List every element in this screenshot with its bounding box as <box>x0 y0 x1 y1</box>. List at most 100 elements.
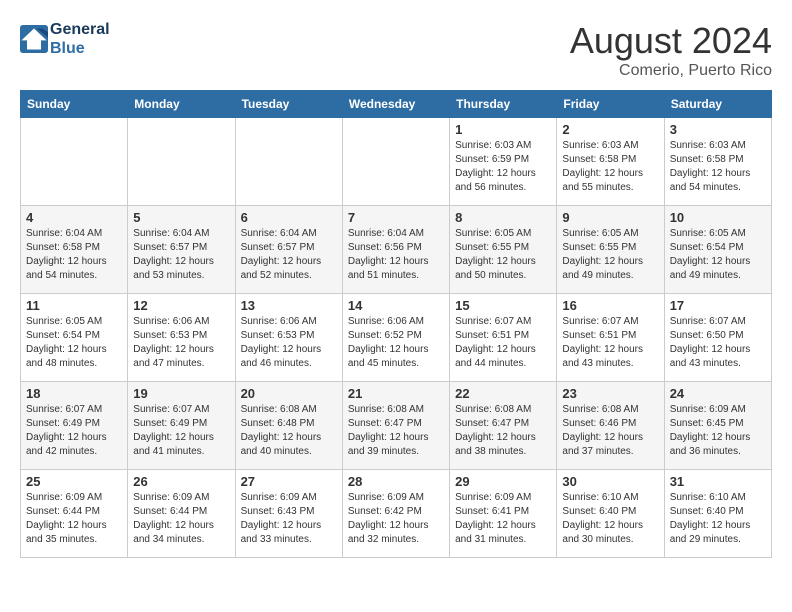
day-info: Sunrise: 6:04 AM Sunset: 6:58 PM Dayligh… <box>26 227 122 283</box>
day-info: Sunrise: 6:03 AM Sunset: 6:58 PM Dayligh… <box>670 139 766 195</box>
calendar-week-3: 11 Sunrise: 6:05 AM Sunset: 6:54 PM Dayli… <box>21 294 772 382</box>
calendar-cell: 18 Sunrise: 6:07 AM Sunset: 6:49 PM Dayli… <box>21 382 128 470</box>
day-info: Sunrise: 6:03 AM Sunset: 6:58 PM Dayligh… <box>562 139 658 195</box>
calendar-cell: 27 Sunrise: 6:09 AM Sunset: 6:43 PM Dayli… <box>235 470 342 558</box>
calendar-cell <box>21 118 128 206</box>
logo-icon <box>20 25 48 53</box>
calendar-cell: 12 Sunrise: 6:06 AM Sunset: 6:53 PM Dayli… <box>128 294 235 382</box>
calendar-cell: 22 Sunrise: 6:08 AM Sunset: 6:47 PM Dayli… <box>450 382 557 470</box>
calendar-table: SundayMondayTuesdayWednesdayThursdayFrid… <box>20 90 772 558</box>
day-number: 31 <box>670 474 766 489</box>
day-number: 23 <box>562 386 658 401</box>
calendar-week-5: 25 Sunrise: 6:09 AM Sunset: 6:44 PM Dayli… <box>21 470 772 558</box>
calendar-cell <box>235 118 342 206</box>
day-info: Sunrise: 6:08 AM Sunset: 6:47 PM Dayligh… <box>455 403 551 459</box>
day-number: 7 <box>348 210 444 225</box>
day-info: Sunrise: 6:09 AM Sunset: 6:44 PM Dayligh… <box>26 491 122 547</box>
calendar-header-row: SundayMondayTuesdayWednesdayThursdayFrid… <box>21 91 772 118</box>
day-number: 2 <box>562 122 658 137</box>
day-number: 17 <box>670 298 766 313</box>
calendar-cell: 20Sunrise: 6:08 AM Sunset: 6:48 PM Dayli… <box>235 382 342 470</box>
day-info: Sunrise: 6:06 AM Sunset: 6:52 PM Dayligh… <box>348 315 444 371</box>
day-info: Sunrise: 6:09 AM Sunset: 6:43 PM Dayligh… <box>241 491 337 547</box>
day-header-monday: Monday <box>128 91 235 118</box>
day-number: 21 <box>348 386 444 401</box>
calendar-cell: 17 Sunrise: 6:07 AM Sunset: 6:50 PM Dayli… <box>664 294 771 382</box>
calendar-cell: 16 Sunrise: 6:07 AM Sunset: 6:51 PM Dayli… <box>557 294 664 382</box>
calendar-cell <box>128 118 235 206</box>
calendar-cell: 14Sunrise: 6:06 AM Sunset: 6:52 PM Dayli… <box>342 294 449 382</box>
day-number: 6 <box>241 210 337 225</box>
day-number: 18 <box>26 386 122 401</box>
calendar-cell: 19Sunrise: 6:07 AM Sunset: 6:49 PM Dayli… <box>128 382 235 470</box>
calendar-cell: 23 Sunrise: 6:08 AM Sunset: 6:46 PM Dayli… <box>557 382 664 470</box>
calendar-week-2: 4 Sunrise: 6:04 AM Sunset: 6:58 PM Daylig… <box>21 206 772 294</box>
day-info: Sunrise: 6:09 AM Sunset: 6:41 PM Dayligh… <box>455 491 551 547</box>
day-info: Sunrise: 6:08 AM Sunset: 6:48 PM Dayligh… <box>241 403 337 459</box>
calendar-cell: 31 Sunrise: 6:10 AM Sunset: 6:40 PM Dayli… <box>664 470 771 558</box>
day-number: 4 <box>26 210 122 225</box>
day-header-tuesday: Tuesday <box>235 91 342 118</box>
day-number: 12 <box>133 298 229 313</box>
day-number: 13 <box>241 298 337 313</box>
day-header-friday: Friday <box>557 91 664 118</box>
day-number: 9 <box>562 210 658 225</box>
day-header-saturday: Saturday <box>664 91 771 118</box>
day-info: Sunrise: 6:09 AM Sunset: 6:44 PM Dayligh… <box>133 491 229 547</box>
calendar-cell: 9 Sunrise: 6:05 AM Sunset: 6:55 PM Daylig… <box>557 206 664 294</box>
calendar-cell: 4 Sunrise: 6:04 AM Sunset: 6:58 PM Daylig… <box>21 206 128 294</box>
day-number: 8 <box>455 210 551 225</box>
day-info: Sunrise: 6:10 AM Sunset: 6:40 PM Dayligh… <box>562 491 658 547</box>
day-info: Sunrise: 6:10 AM Sunset: 6:40 PM Dayligh… <box>670 491 766 547</box>
calendar-week-4: 18 Sunrise: 6:07 AM Sunset: 6:49 PM Dayli… <box>21 382 772 470</box>
day-info: Sunrise: 6:05 AM Sunset: 6:55 PM Dayligh… <box>455 227 551 283</box>
day-number: 30 <box>562 474 658 489</box>
calendar-cell: 8 Sunrise: 6:05 AM Sunset: 6:55 PM Daylig… <box>450 206 557 294</box>
day-info: Sunrise: 6:07 AM Sunset: 6:51 PM Dayligh… <box>455 315 551 371</box>
day-info: Sunrise: 6:08 AM Sunset: 6:47 PM Dayligh… <box>348 403 444 459</box>
day-number: 24 <box>670 386 766 401</box>
day-header-wednesday: Wednesday <box>342 91 449 118</box>
day-number: 25 <box>26 474 122 489</box>
day-info: Sunrise: 6:06 AM Sunset: 6:53 PM Dayligh… <box>133 315 229 371</box>
logo-line1: General <box>50 20 110 39</box>
day-number: 11 <box>26 298 122 313</box>
location-subtitle: Comerio, Puerto Rico <box>570 62 772 80</box>
page-header: General Blue August 2024 Comerio, Puerto… <box>20 20 772 80</box>
day-number: 16 <box>562 298 658 313</box>
day-info: Sunrise: 6:05 AM Sunset: 6:55 PM Dayligh… <box>562 227 658 283</box>
day-number: 1 <box>455 122 551 137</box>
day-number: 27 <box>241 474 337 489</box>
calendar-cell: 3Sunrise: 6:03 AM Sunset: 6:58 PM Daylig… <box>664 118 771 206</box>
day-info: Sunrise: 6:07 AM Sunset: 6:49 PM Dayligh… <box>26 403 122 459</box>
day-info: Sunrise: 6:04 AM Sunset: 6:57 PM Dayligh… <box>133 227 229 283</box>
calendar-cell: 21 Sunrise: 6:08 AM Sunset: 6:47 PM Dayli… <box>342 382 449 470</box>
calendar-cell: 15 Sunrise: 6:07 AM Sunset: 6:51 PM Dayli… <box>450 294 557 382</box>
day-number: 15 <box>455 298 551 313</box>
calendar-cell: 2 Sunrise: 6:03 AM Sunset: 6:58 PM Daylig… <box>557 118 664 206</box>
day-info: Sunrise: 6:06 AM Sunset: 6:53 PM Dayligh… <box>241 315 337 371</box>
day-number: 22 <box>455 386 551 401</box>
day-info: Sunrise: 6:03 AM Sunset: 6:59 PM Dayligh… <box>455 139 551 195</box>
calendar-cell: 10 Sunrise: 6:05 AM Sunset: 6:54 PM Dayli… <box>664 206 771 294</box>
day-info: Sunrise: 6:07 AM Sunset: 6:50 PM Dayligh… <box>670 315 766 371</box>
calendar-cell: 28Sunrise: 6:09 AM Sunset: 6:42 PM Dayli… <box>342 470 449 558</box>
calendar-cell: 7Sunrise: 6:04 AM Sunset: 6:56 PM Daylig… <box>342 206 449 294</box>
day-info: Sunrise: 6:04 AM Sunset: 6:57 PM Dayligh… <box>241 227 337 283</box>
calendar-cell: 30 Sunrise: 6:10 AM Sunset: 6:40 PM Dayli… <box>557 470 664 558</box>
day-info: Sunrise: 6:09 AM Sunset: 6:45 PM Dayligh… <box>670 403 766 459</box>
calendar-cell <box>342 118 449 206</box>
calendar-cell: 29 Sunrise: 6:09 AM Sunset: 6:41 PM Dayli… <box>450 470 557 558</box>
calendar-cell: 13 Sunrise: 6:06 AM Sunset: 6:53 PM Dayli… <box>235 294 342 382</box>
day-number: 29 <box>455 474 551 489</box>
day-info: Sunrise: 6:05 AM Sunset: 6:54 PM Dayligh… <box>26 315 122 371</box>
day-info: Sunrise: 6:05 AM Sunset: 6:54 PM Dayligh… <box>670 227 766 283</box>
day-info: Sunrise: 6:09 AM Sunset: 6:42 PM Dayligh… <box>348 491 444 547</box>
month-title: August 2024 <box>570 20 772 62</box>
day-number: 10 <box>670 210 766 225</box>
day-info: Sunrise: 6:07 AM Sunset: 6:51 PM Dayligh… <box>562 315 658 371</box>
calendar-cell: 24 Sunrise: 6:09 AM Sunset: 6:45 PM Dayli… <box>664 382 771 470</box>
calendar-cell: 25 Sunrise: 6:09 AM Sunset: 6:44 PM Dayli… <box>21 470 128 558</box>
day-info: Sunrise: 6:08 AM Sunset: 6:46 PM Dayligh… <box>562 403 658 459</box>
day-info: Sunrise: 6:07 AM Sunset: 6:49 PM Dayligh… <box>133 403 229 459</box>
